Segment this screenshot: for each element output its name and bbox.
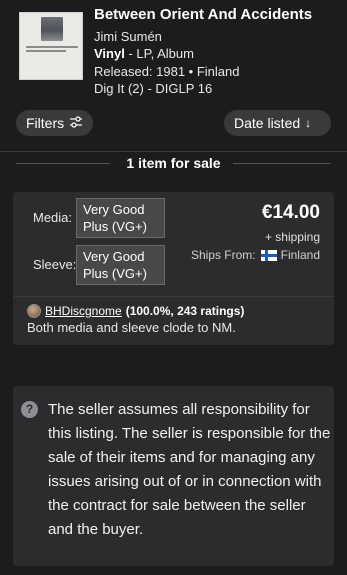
cover-title-text-line: [26, 50, 66, 52]
seller-info: BHDiscgnome (100.0%, 243 ratings): [27, 304, 244, 318]
seller-link[interactable]: BHDiscgnome: [45, 304, 122, 318]
sleeve-condition-badge: Very Good Plus (VG+): [76, 245, 165, 285]
listing-comment: Both media and sleeve clode to NM.: [27, 320, 236, 335]
release-date-country: Released: 1981 • Finland: [94, 64, 240, 79]
sleeve-label: Sleeve:: [33, 257, 77, 272]
header-divider: [0, 151, 347, 152]
sort-label: Date listed: [234, 115, 301, 131]
finland-flag-icon: [260, 249, 277, 261]
format-details: - LP, Album: [124, 46, 194, 61]
release-format: Vinyl - LP, Album: [94, 46, 194, 61]
cover-portrait: [41, 17, 63, 41]
arrow-down-icon: ↓: [305, 116, 312, 130]
disclaimer-text: The seller assumes all responsibility fo…: [48, 401, 331, 538]
listing-divider: [13, 296, 334, 297]
price: €14.00: [261, 202, 320, 223]
media-label: Media:: [33, 210, 73, 225]
ships-from-country: Finland: [280, 248, 320, 262]
album-cover[interactable]: [19, 12, 83, 80]
sliders-icon: [69, 115, 83, 131]
question-icon: ?: [21, 401, 38, 418]
release-header: Between Orient And Accidents Jimi Sumén …: [0, 0, 347, 100]
count-rule-left: [16, 163, 110, 164]
release-title[interactable]: Between Orient And Accidents: [94, 6, 312, 23]
ships-from: Ships From: Finland: [191, 248, 320, 262]
media-condition-badge: Very Good Plus (VG+): [76, 198, 165, 238]
shipping-note: + shipping: [264, 230, 320, 244]
avatar[interactable]: [27, 304, 41, 318]
release-label: Dig It (2) - DIGLP 16: [94, 81, 213, 96]
sort-button[interactable]: Date listed ↓: [224, 110, 331, 136]
listing-card[interactable]: Media: Very Good Plus (VG+) Sleeve: Very…: [13, 192, 334, 345]
filters-button[interactable]: Filters: [16, 110, 93, 136]
count-rule-right: [233, 163, 331, 164]
release-artist[interactable]: Jimi Sumén: [94, 29, 162, 44]
ships-from-label: Ships From:: [190, 248, 256, 262]
cover-title-text: [26, 46, 78, 48]
format-type: Vinyl: [94, 46, 125, 61]
seller-rating: (100.0%, 243 ratings): [125, 304, 245, 318]
seller-disclaimer: ? The seller assumes all responsibility …: [13, 386, 334, 566]
results-count: 1 item for sale: [126, 155, 221, 171]
results-count-row: 1 item for sale: [0, 153, 347, 173]
filters-label: Filters: [26, 115, 65, 131]
